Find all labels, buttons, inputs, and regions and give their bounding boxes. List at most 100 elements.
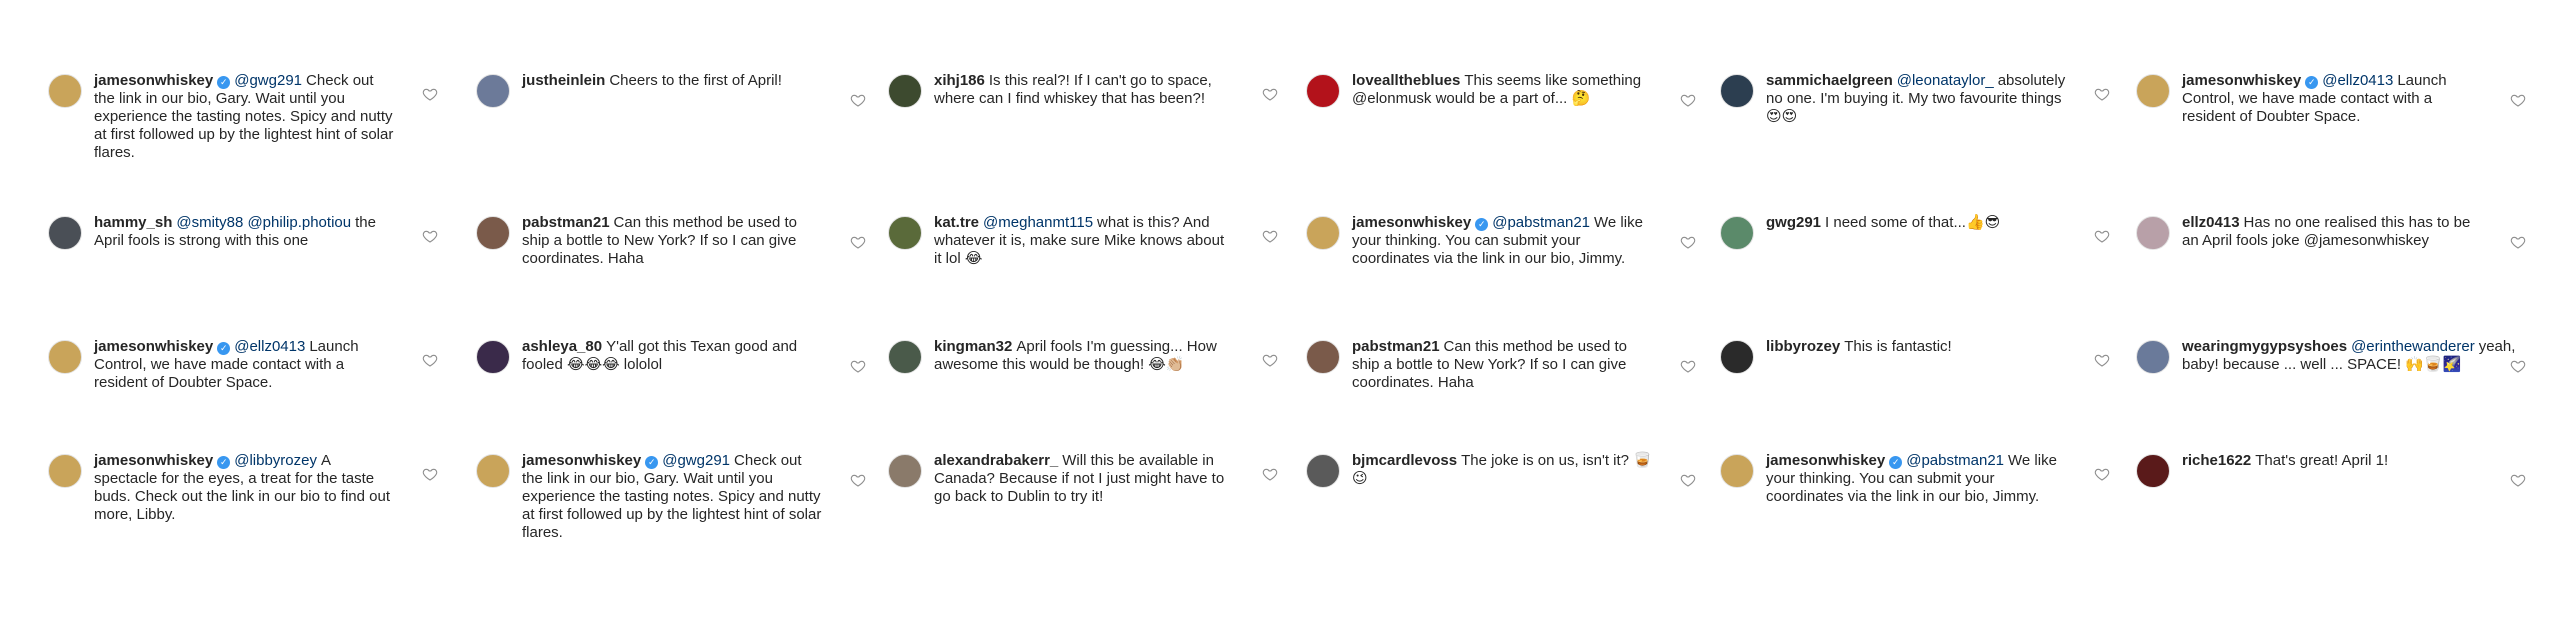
like-heart-icon[interactable]	[1680, 358, 1696, 374]
comment-item: pabstman21 Can this method be used to shi…	[1306, 338, 1696, 392]
username-link[interactable]: alexandrabakerr_	[934, 452, 1058, 469]
mention-link[interactable]: @libbyrozey	[234, 452, 317, 469]
avatar[interactable]	[1306, 74, 1340, 108]
username-link[interactable]: sammichaelgreen	[1766, 72, 1893, 89]
mention-link[interactable]: @gwg291	[234, 72, 302, 89]
like-heart-icon[interactable]	[2094, 352, 2110, 368]
avatar[interactable]	[888, 74, 922, 108]
avatar[interactable]	[1306, 454, 1340, 488]
like-heart-icon[interactable]	[2510, 234, 2526, 250]
comment-item: gwg291 I need some of that...👍😎	[1720, 214, 2110, 250]
username-link[interactable]: jamesonwhiskey	[94, 338, 213, 355]
username-link[interactable]: justheinlein	[522, 72, 605, 89]
comment-item: ellz0413 Has no one realised this has to …	[2136, 214, 2526, 250]
like-heart-icon[interactable]	[422, 466, 438, 482]
username-link[interactable]: kingman32	[934, 338, 1012, 355]
comment-body: lovealltheblues This seems like something…	[1352, 72, 1652, 108]
verified-badge-icon: ✓	[217, 76, 231, 89]
avatar[interactable]	[888, 340, 922, 374]
username-link[interactable]: pabstman21	[522, 214, 610, 231]
like-heart-icon[interactable]	[2094, 228, 2110, 244]
avatar[interactable]	[2136, 216, 2170, 250]
username-link[interactable]: jamesonwhiskey	[94, 72, 213, 89]
verified-badge-icon: ✓	[1475, 218, 1489, 231]
username-link[interactable]: jamesonwhiskey	[94, 452, 213, 469]
avatar[interactable]	[48, 340, 82, 374]
verified-badge-icon: ✓	[217, 342, 231, 355]
avatar[interactable]	[476, 216, 510, 250]
avatar[interactable]	[48, 454, 82, 488]
like-heart-icon[interactable]	[422, 352, 438, 368]
comment-body: justheinlein Cheers to the first of April…	[522, 72, 822, 90]
avatar[interactable]	[1720, 340, 1754, 374]
like-heart-icon[interactable]	[850, 358, 866, 374]
username-link[interactable]: wearingmygypsyshoes	[2182, 338, 2347, 355]
mention-link[interactable]: @ellz0413	[234, 338, 305, 355]
avatar[interactable]	[48, 74, 82, 108]
avatar[interactable]	[1306, 340, 1340, 374]
like-heart-icon[interactable]	[1262, 86, 1278, 102]
avatar[interactable]	[1720, 216, 1754, 250]
mention-link[interactable]: @smity88 @philip.photiou	[176, 214, 351, 231]
avatar[interactable]	[1306, 216, 1340, 250]
username-link[interactable]: jamesonwhiskey	[1352, 214, 1471, 231]
avatar[interactable]	[888, 216, 922, 250]
avatar[interactable]	[1720, 454, 1754, 488]
avatar[interactable]	[1720, 74, 1754, 108]
avatar[interactable]	[476, 340, 510, 374]
mention-link[interactable]: @erinthewanderer	[2351, 338, 2475, 355]
avatar[interactable]	[2136, 340, 2170, 374]
username-link[interactable]: xihj186	[934, 72, 985, 89]
like-heart-icon[interactable]	[1262, 352, 1278, 368]
mention-link[interactable]: @gwg291	[662, 452, 730, 469]
like-heart-icon[interactable]	[850, 472, 866, 488]
avatar[interactable]	[2136, 74, 2170, 108]
username-link[interactable]: hammy_sh	[94, 214, 172, 231]
like-heart-icon[interactable]	[2510, 472, 2526, 488]
comment-body: gwg291 I need some of that...👍😎	[1766, 214, 2066, 232]
like-heart-icon[interactable]	[2094, 466, 2110, 482]
mention-link[interactable]: @pabstman21	[1492, 214, 1590, 231]
like-heart-icon[interactable]	[1680, 92, 1696, 108]
like-heart-icon[interactable]	[2094, 86, 2110, 102]
username-link[interactable]: gwg291	[1766, 214, 1821, 231]
comment-body: sammichaelgreen @leonataylor_ absolutely n…	[1766, 72, 2066, 126]
username-link[interactable]: kat.tre	[934, 214, 979, 231]
like-heart-icon[interactable]	[1680, 234, 1696, 250]
comment-text: This is fantastic!	[1844, 338, 1952, 355]
like-heart-icon[interactable]	[2510, 358, 2526, 374]
username-link[interactable]: ashleya_80	[522, 338, 602, 355]
avatar[interactable]	[476, 74, 510, 108]
like-heart-icon[interactable]	[850, 234, 866, 250]
like-heart-icon[interactable]	[1262, 466, 1278, 482]
username-link[interactable]: ellz0413	[2182, 214, 2240, 231]
username-link[interactable]: jamesonwhiskey	[2182, 72, 2301, 89]
mention-link[interactable]: @meghanmt115	[983, 214, 1093, 231]
comment-body: jamesonwhiskey ✓ @libbyrozey A spectacle fo…	[94, 452, 394, 524]
like-heart-icon[interactable]	[850, 92, 866, 108]
username-link[interactable]: jamesonwhiskey	[522, 452, 641, 469]
like-heart-icon[interactable]	[422, 86, 438, 102]
username-link[interactable]: lovealltheblues	[1352, 72, 1460, 89]
username-link[interactable]: bjmcardlevoss	[1352, 452, 1457, 469]
avatar[interactable]	[48, 216, 82, 250]
like-heart-icon[interactable]	[2510, 92, 2526, 108]
comment-body: alexandrabakerr_ Will this be available i…	[934, 452, 1234, 506]
username-link[interactable]: pabstman21	[1352, 338, 1440, 355]
like-heart-icon[interactable]	[1262, 228, 1278, 244]
username-link[interactable]: riche1622	[2182, 452, 2251, 469]
mention-link[interactable]: @pabstman21	[1906, 452, 2004, 469]
avatar[interactable]	[2136, 454, 2170, 488]
mention-link[interactable]: @ellz0413	[2322, 72, 2393, 89]
avatar[interactable]	[476, 454, 510, 488]
username-link[interactable]: jamesonwhiskey	[1766, 452, 1885, 469]
verified-badge-icon: ✓	[217, 456, 231, 469]
comments-grid: jamesonwhiskey ✓ @gwg291 Check out the link…	[0, 0, 2560, 628]
mention-link[interactable]: @leonataylor_	[1897, 72, 1994, 89]
like-heart-icon[interactable]	[1680, 472, 1696, 488]
username-link[interactable]: libbyrozey	[1766, 338, 1840, 355]
avatar[interactable]	[888, 454, 922, 488]
comment-item: kat.tre @meghanmt115 what is this? And wha…	[888, 214, 1278, 268]
verified-badge-icon: ✓	[2305, 76, 2319, 89]
like-heart-icon[interactable]	[422, 228, 438, 244]
